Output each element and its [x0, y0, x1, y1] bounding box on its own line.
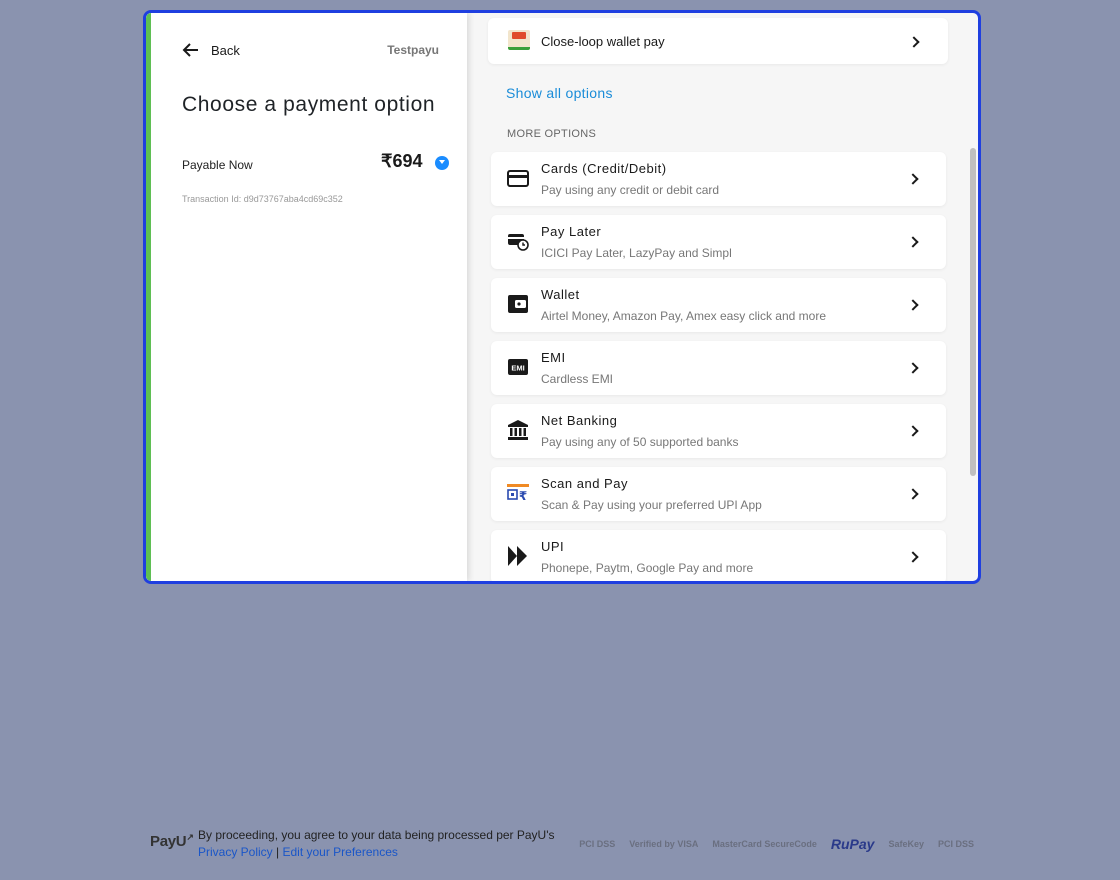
order-summary-panel: Back Testpayu Choose a payment option Pa…	[146, 13, 467, 581]
back-label: Back	[211, 42, 240, 58]
option-title: Wallet	[541, 287, 580, 302]
amount-details-toggle[interactable]	[435, 156, 449, 170]
scan-pay-icon: ₹	[507, 484, 529, 503]
privacy-policy-link[interactable]: Privacy Policy	[198, 845, 273, 859]
chevron-right-icon	[907, 173, 919, 185]
consent-text: By proceeding, you agree to your data be…	[198, 827, 578, 861]
option-subtitle: Airtel Money, Amazon Pay, Amex easy clic…	[541, 309, 827, 323]
emi-icon: EMI	[508, 359, 528, 375]
verified-by-visa-badge: Verified by VISA	[629, 839, 699, 849]
chevron-right-icon	[907, 236, 919, 248]
arrow-left-icon	[182, 43, 198, 57]
option-pay-later[interactable]: Pay Later ICICI Pay Later, LazyPay and S…	[491, 215, 946, 269]
chevron-right-icon	[907, 299, 919, 311]
svg-text:₹: ₹	[519, 489, 527, 503]
payable-label: Payable Now	[182, 158, 253, 172]
merchant-name: Testpayu	[387, 43, 439, 57]
option-title: Cards (Credit/Debit)	[541, 161, 667, 176]
option-upi[interactable]: UPI Phonepe, Paytm, Google Pay and more	[491, 530, 946, 581]
option-subtitle: Pay using any credit or debit card	[541, 183, 720, 197]
option-emi[interactable]: EMI EMI Cardless EMI	[491, 341, 946, 395]
back-button[interactable]: Back	[181, 40, 240, 60]
chevron-right-icon	[907, 551, 919, 563]
option-title: Net Banking	[541, 413, 618, 428]
option-subtitle: Pay using any of 50 supported banks	[541, 435, 739, 449]
consent-separator: |	[272, 845, 283, 859]
payu-logo-text: PayU	[150, 833, 187, 850]
option-scan-and-pay[interactable]: ₹ Scan and Pay Scan & Pay using your pre…	[491, 467, 946, 521]
footer: PayU↗ By proceeding, you agree to your d…	[150, 826, 980, 866]
chevron-right-icon	[907, 488, 919, 500]
closed-loop-wallet-icon	[508, 30, 530, 50]
security-badges: PCI DSS Verified by VISA MasterCard Secu…	[579, 836, 974, 852]
safekey-badge: SafeKey	[888, 839, 924, 849]
closed-loop-wallet-option[interactable]: Close-loop wallet pay	[488, 18, 948, 64]
option-subtitle: Cardless EMI	[541, 372, 614, 386]
option-title: Pay Later	[541, 224, 602, 239]
closed-loop-wallet-label: Close-loop wallet pay	[541, 34, 665, 49]
options-scrollbar[interactable]	[970, 148, 976, 476]
page-title: Choose a payment option	[182, 93, 436, 116]
pci-dss-badge: PCI DSS	[579, 839, 616, 849]
option-subtitle: Phonepe, Paytm, Google Pay and more	[541, 561, 754, 575]
upi-icon	[508, 546, 527, 566]
bank-icon	[508, 420, 528, 440]
option-title: Scan and Pay	[541, 476, 628, 491]
option-cards[interactable]: Cards (Credit/Debit) Pay using any credi…	[491, 152, 946, 206]
option-title: EMI	[541, 350, 566, 365]
rupay-badge: RuPay	[830, 836, 875, 852]
chevron-right-icon	[907, 362, 919, 374]
more-options-heading: MORE OPTIONS	[507, 128, 597, 140]
option-subtitle: Scan & Pay using your preferred UPI App	[541, 498, 762, 512]
option-wallet[interactable]: Wallet Airtel Money, Amazon Pay, Amex ea…	[491, 278, 946, 332]
payable-amount: ₹694	[381, 151, 423, 171]
option-title: UPI	[541, 539, 565, 554]
chevron-right-icon	[907, 425, 919, 437]
pci-dss-badge-2: PCI DSS	[937, 839, 974, 849]
option-net-banking[interactable]: Net Banking Pay using any of 50 supporte…	[491, 404, 946, 458]
checkout-frame: Back Testpayu Choose a payment option Pa…	[143, 10, 981, 584]
card-icon	[507, 170, 529, 187]
option-subtitle: ICICI Pay Later, LazyPay and Simpl	[541, 246, 732, 260]
mastercard-securecode-badge: MasterCard SecureCode	[712, 839, 817, 849]
svg-text:EMI: EMI	[511, 364, 524, 373]
pay-later-icon	[508, 234, 529, 251]
wallet-icon	[508, 295, 528, 313]
edit-preferences-link[interactable]: Edit your Preferences	[282, 845, 397, 859]
payment-options-panel: Close-loop wallet pay Show all options M…	[467, 13, 978, 581]
show-all-options-link[interactable]: Show all options	[506, 85, 613, 101]
payu-logo: PayU↗	[150, 832, 194, 850]
chevron-right-icon	[908, 36, 920, 48]
transaction-id: Transaction Id: d9d73767aba4cd69c352	[182, 194, 343, 204]
consent-body: By proceeding, you agree to your data be…	[198, 828, 555, 842]
